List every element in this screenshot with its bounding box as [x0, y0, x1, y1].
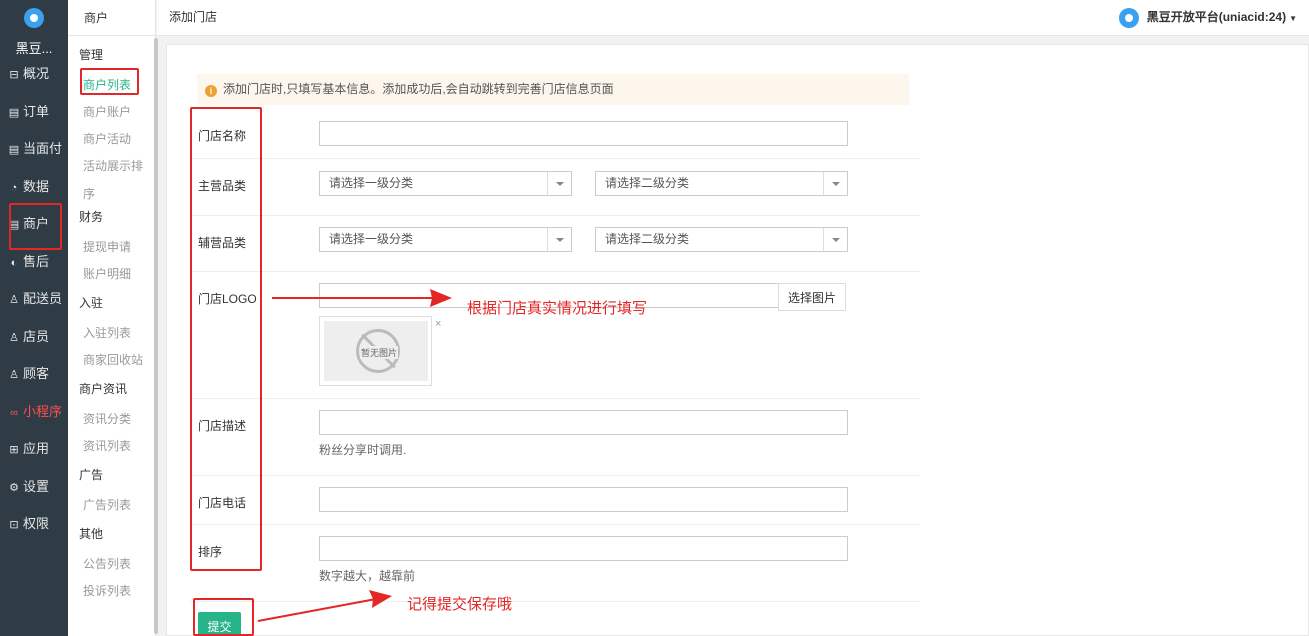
sub-link-ad-list[interactable]: 广告列表	[83, 496, 131, 513]
chevron-down-icon	[823, 172, 847, 195]
brand[interactable]: 黑豆...	[0, 8, 68, 57]
row-divider	[190, 475, 920, 476]
data-icon: ◔	[10, 182, 18, 194]
sub-link-merchant-activity[interactable]: 商户活动	[83, 130, 131, 147]
miniprogram-icon: ∞	[10, 407, 18, 419]
nav-item-apps[interactable]: ⊞ 应用	[8, 439, 49, 459]
sub-link-recycle[interactable]: 商家回收站	[83, 351, 143, 368]
row-divider	[190, 524, 920, 525]
aftersale-icon: ◐	[10, 257, 18, 269]
group-manage: 管理	[79, 48, 104, 62]
nav-item-aftersale[interactable]: ◐ 售后	[8, 252, 49, 272]
group-news: 商户资讯	[79, 382, 128, 396]
nav-item-overview[interactable]: ⊟ 概况	[8, 64, 49, 84]
sort-input[interactable]	[319, 536, 848, 561]
pick-image-button[interactable]: 选择图片	[778, 283, 846, 311]
main-category-level1-select[interactable]: 请选择一级分类	[319, 171, 572, 196]
group-finance: 财务	[79, 210, 104, 224]
annotation-box-merchant-list	[80, 68, 139, 95]
overview-icon: ⊟	[9, 69, 19, 81]
annotation-submit-hint: 记得提交保存哦	[407, 596, 513, 613]
nav-item-miniprogram[interactable]: ∞ 小程序	[8, 402, 62, 422]
settings-icon: ⚙	[9, 482, 19, 494]
sub-link-account-detail[interactable]: 账户明细	[83, 265, 131, 282]
nav-item-clerk[interactable]: ♙ 店员	[8, 327, 49, 347]
chevron-down-icon	[547, 228, 571, 251]
sub-link-activity-display[interactable]: 活动展示排	[83, 157, 143, 174]
sub-link-withdraw[interactable]: 提现申请	[83, 238, 131, 255]
sub-link-notice-list[interactable]: 公告列表	[83, 555, 131, 572]
group-join: 入驻	[79, 296, 104, 310]
sub-sidebar: 商户 管理 商户列表 商户账户 商户活动 活动展示排 序 财务 提现申请 账户明…	[68, 0, 156, 636]
remove-image-icon[interactable]: ×	[435, 318, 441, 330]
row-divider	[190, 601, 920, 602]
store-desc-input[interactable]	[319, 410, 848, 435]
nav-item-settings[interactable]: ⚙ 设置	[8, 477, 49, 497]
platform-logo-icon	[1118, 7, 1139, 28]
sub-category-level1-select[interactable]: 请选择一级分类	[319, 227, 572, 252]
clerk-icon: ♙	[9, 332, 19, 344]
brand-logo-icon	[24, 8, 44, 28]
row-divider	[190, 215, 920, 216]
group-ads: 广告	[79, 468, 104, 482]
sort-help-text: 数字越大，越靠前	[319, 569, 416, 583]
row-divider	[190, 271, 920, 272]
sub-link-complaint-list[interactable]: 投诉列表	[83, 582, 131, 599]
caret-down-icon: ▼	[1289, 14, 1297, 23]
logo-preview: 暂无图片	[319, 316, 432, 386]
sub-sidebar-scrollbar[interactable]	[154, 38, 158, 634]
nav-item-permissions[interactable]: ⊡ 权限	[8, 514, 49, 534]
row-divider	[190, 158, 920, 159]
sub-sidebar-header: 商户	[68, 0, 156, 36]
sub-link-merchant-account[interactable]: 商户账户	[83, 103, 131, 120]
sub-category-level2-select[interactable]: 请选择二级分类	[595, 227, 848, 252]
no-image-text: 暂无图片	[360, 346, 399, 359]
courier-icon: ♙	[9, 294, 19, 306]
page-title: 添加门店	[169, 10, 218, 24]
info-notice: i 添加门店时,只填写基本信息。添加成功后,会自动跳转到完善门店信息页面	[197, 74, 909, 105]
lock-icon: ⊡	[9, 519, 19, 531]
annotation-box-form-labels	[190, 107, 262, 571]
sub-link-news-list[interactable]: 资讯列表	[83, 437, 131, 454]
info-icon: i	[205, 85, 217, 97]
nav-item-courier[interactable]: ♙ 配送员	[8, 289, 62, 309]
main-sidebar: 黑豆... ⊟ 概况 ▤ 订单 ▤ 当面付 ◔ 数据 ▤ 商户 ◐ 售后 ♙ 配送员 ♙ 店员 …	[0, 0, 68, 636]
sub-link-join-list[interactable]: 入驻列表	[83, 324, 131, 341]
main-category-level2-select[interactable]: 请选择二级分类	[595, 171, 848, 196]
sub-link-news-category[interactable]: 资讯分类	[83, 410, 131, 427]
nav-item-data[interactable]: ◔ 数据	[8, 177, 49, 197]
apps-icon: ⊞	[9, 444, 19, 456]
nav-item-customer[interactable]: ♙ 顾客	[8, 364, 49, 384]
store-name-input[interactable]	[319, 121, 848, 146]
chevron-down-icon	[547, 172, 571, 195]
account-menu[interactable]: 黑豆开放平台(uniacid:24) ▼	[1118, 0, 1297, 34]
order-icon: ▤	[8, 107, 20, 119]
brand-name: 黑豆...	[15, 41, 53, 56]
group-other: 其他	[79, 527, 104, 541]
account-name: 黑豆开放平台(uniacid:24)	[1146, 10, 1287, 24]
annotation-box-merchant-nav	[9, 203, 62, 250]
topbar: 添加门店 黑豆开放平台(uniacid:24) ▼	[157, 0, 1309, 36]
row-divider	[190, 398, 920, 399]
customer-icon: ♙	[9, 369, 19, 381]
pay-icon: ▤	[8, 144, 20, 156]
nav-item-facepay[interactable]: ▤ 当面付	[8, 139, 62, 159]
chevron-down-icon	[823, 228, 847, 251]
annotation-box-submit	[193, 598, 254, 636]
desc-help-text: 粉丝分享时调用.	[319, 443, 407, 457]
annotation-fill-hint: 根据门店真实情况进行填写	[467, 300, 648, 317]
sub-link-activity-display-wrap[interactable]: 序	[83, 185, 95, 202]
store-phone-input[interactable]	[319, 487, 848, 512]
nav-item-orders[interactable]: ▤ 订单	[8, 102, 49, 122]
